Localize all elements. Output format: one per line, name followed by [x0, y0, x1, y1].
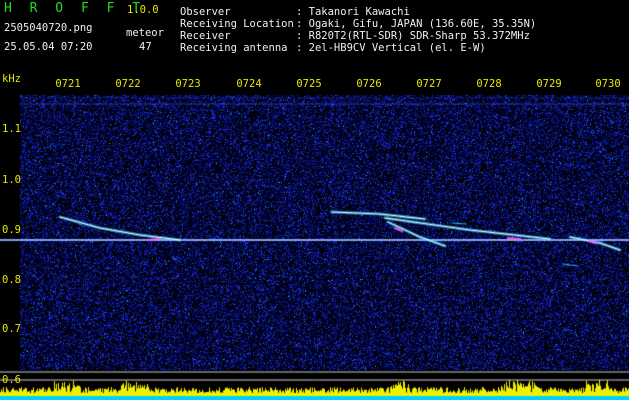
receiver-label: Receiver	[180, 30, 231, 42]
observation-datetime: 25.05.04 07:20	[4, 41, 93, 53]
freq-tick: 1.0	[2, 174, 21, 186]
app-title: H R O F F T	[4, 1, 146, 16]
freq-tick: 0.7	[2, 323, 21, 335]
meteor-count: 47	[139, 41, 152, 53]
time-tick: 0723	[175, 78, 201, 90]
freq-tick: 1.1	[2, 123, 21, 135]
image-filename: 2505040720.png	[4, 22, 93, 34]
freq-tick: 0.9	[2, 224, 21, 236]
time-tick: 0721	[55, 78, 81, 90]
location-label: Receiving Location	[180, 18, 294, 30]
time-tick: 0724	[236, 78, 262, 90]
antenna-label: Receiving antenna	[180, 42, 288, 54]
time-tick: 0729	[536, 78, 562, 90]
freq-tick: 0.8	[2, 274, 21, 286]
meteor-label: meteor	[126, 27, 164, 39]
hrofft-window: H R O F F T 1.0.0 2505040720.png meteor …	[0, 0, 629, 400]
antenna-value: : 2el-HB9CV Vertical (el. E-W)	[296, 42, 486, 54]
app-version: 1.0.0	[127, 4, 159, 16]
observer-label: Observer	[180, 6, 231, 18]
receiver-value: : R820T2(RTL-SDR) SDR-Sharp 53.372MHz	[296, 30, 530, 42]
frequency-unit: kHz	[2, 73, 21, 85]
time-tick: 0726	[356, 78, 382, 90]
time-tick: 0725	[296, 78, 322, 90]
freq-tick: 0.6	[2, 374, 21, 386]
time-tick: 0727	[416, 78, 442, 90]
time-tick: 0728	[476, 78, 502, 90]
observer-value: : Takanori Kawachi	[296, 6, 410, 18]
location-value: : Ogaki, Gifu, JAPAN (136.60E, 35.35N)	[296, 18, 537, 30]
time-tick: 0730	[595, 78, 621, 90]
time-tick: 0722	[115, 78, 141, 90]
spectrogram-waterfall	[0, 70, 629, 400]
time-axis: 0721 0722 0723 0724 0725 0726 0727 0728 …	[0, 78, 629, 92]
info-header: H R O F F T 1.0.0 2505040720.png meteor …	[0, 0, 629, 70]
